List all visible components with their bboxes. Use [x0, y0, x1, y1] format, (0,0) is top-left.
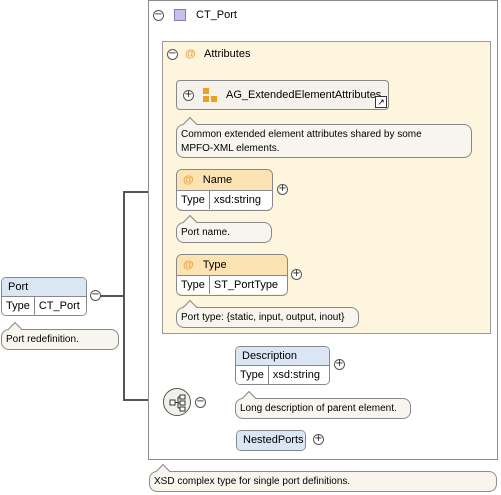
sequence-collapse-button[interactable]: −	[195, 397, 206, 408]
port-element[interactable]: Port Type CT_Port	[1, 277, 87, 316]
attribute-group-doc-line1: Common extended element attributes share…	[181, 129, 422, 140]
description-type-label: Type	[240, 369, 264, 381]
port-name: Port	[2, 278, 86, 296]
attribute-name[interactable]: @ Name Type xsd:string	[176, 169, 273, 211]
port-doc-text: Port redefinition.	[6, 334, 79, 345]
attribute-name-type-value: xsd:string	[208, 191, 265, 209]
description-expand-button[interactable]: +	[334, 359, 345, 370]
attribute-group-doc-line2: MPFO-XML elements.	[181, 143, 280, 154]
attribute-type-label: Type	[202, 259, 227, 271]
attribute-group-name: AG_ExtendedElementAttributes	[226, 89, 382, 101]
attribute-type[interactable]: @ Type Type ST_PortType	[176, 254, 288, 296]
description-type-value: xsd:string	[267, 366, 324, 384]
nested-ports-name: NestedPorts	[237, 431, 305, 450]
attribute-group-box[interactable]: + AG_ExtendedElementAttributes ↗	[176, 80, 389, 110]
description-element[interactable]: Description Type xsd:string	[235, 346, 330, 385]
attribute-group-expand-button[interactable]: +	[183, 89, 194, 101]
attribute-type-type-label: Type	[181, 279, 205, 291]
attribute-name-label: Name	[202, 174, 233, 186]
attribute-type-type-value: ST_PortType	[208, 276, 282, 294]
attribute-type-expand-button[interactable]: +	[291, 269, 302, 280]
attribute-name-doc: Port name.	[181, 227, 230, 238]
sequence-symbol	[169, 394, 186, 412]
ct-port-header: − CT_Port	[149, 1, 237, 29]
attribute-name-type-label: Type	[181, 194, 205, 206]
port-type-value: CT_Port	[33, 297, 84, 315]
attribute-name-doc-note: Port name.	[176, 222, 272, 243]
complex-type-doc-note: XSD complex type for single port definit…	[149, 471, 497, 492]
attributes-panel: − @ Attributes + AG_ExtendedElementAttri…	[162, 41, 491, 334]
complex-type-icon	[174, 9, 186, 21]
ct-port-name: CT_Port	[196, 9, 237, 21]
description-doc-note: Long description of parent element.	[235, 398, 411, 419]
attributes-at-icon: @	[185, 48, 196, 60]
description-doc: Long description of parent element.	[240, 403, 397, 414]
ct-port-collapse-button[interactable]: −	[153, 9, 164, 21]
port-doc-note: Port redefinition.	[1, 329, 119, 350]
port-collapse-button[interactable]: −	[90, 290, 101, 301]
attributes-title: Attributes	[204, 48, 251, 60]
sequence-compositor-icon[interactable]	[163, 388, 191, 416]
attribute-type-doc: Port type: {static, input, output, inout…	[181, 312, 345, 323]
nested-ports-element[interactable]: NestedPorts	[236, 430, 306, 451]
attribute-type-doc-note: Port type: {static, input, output, inout…	[176, 307, 359, 328]
description-name: Description	[236, 347, 329, 365]
attribute-type-at-icon: @	[183, 259, 194, 271]
attribute-name-expand-button[interactable]: +	[277, 184, 288, 195]
attribute-name-at-icon: @	[183, 174, 194, 186]
attribute-group-doc-note: Common extended element attributes share…	[176, 124, 472, 158]
attribute-group-icon	[203, 88, 217, 102]
nested-ports-expand-button[interactable]: +	[313, 434, 324, 445]
ct-port-container: − CT_Port − @ Attributes + AG_ExtendedEl…	[148, 0, 498, 460]
shortcut-arrow-icon: ↗	[375, 96, 387, 108]
attributes-collapse-button[interactable]: −	[167, 49, 178, 60]
port-type-label: Type	[6, 300, 30, 312]
complex-type-doc: XSD complex type for single port definit…	[154, 476, 351, 487]
